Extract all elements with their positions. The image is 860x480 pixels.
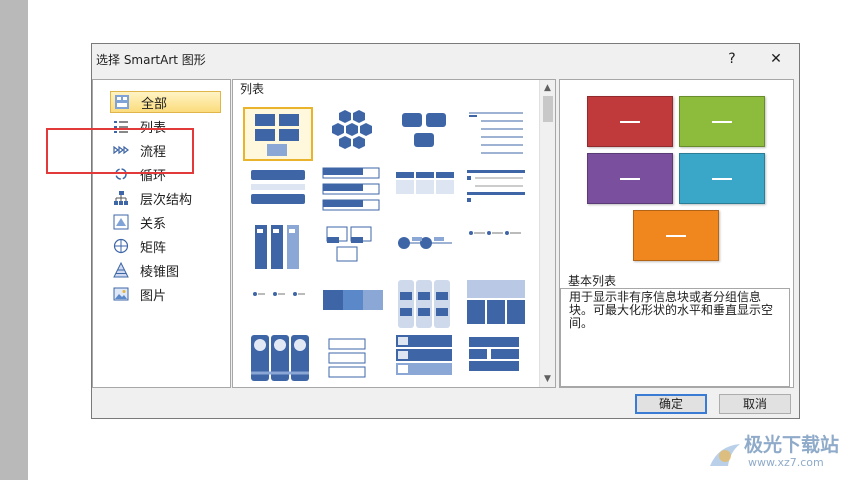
pyramid-icon bbox=[113, 262, 129, 278]
layout-lined-list[interactable] bbox=[461, 107, 531, 161]
gallery-heading: 列表 bbox=[240, 82, 265, 96]
watermark-text: 极光下载站 bbox=[744, 434, 840, 456]
ok-button[interactable]: 确定 bbox=[635, 394, 707, 414]
preview-shape-3 bbox=[587, 153, 673, 204]
layout-dot-accent-list[interactable] bbox=[243, 278, 313, 332]
category-label: 图片 bbox=[140, 288, 167, 304]
category-picture[interactable]: 图片 bbox=[110, 283, 221, 305]
layout-bending-picture-list[interactable] bbox=[319, 221, 389, 275]
layout-tab-list[interactable] bbox=[319, 335, 389, 387]
layout-horizontal-block-list[interactable] bbox=[461, 335, 531, 387]
category-panel: 全部 列表 流程 循环 层次结构 关系 矩阵 棱锥图 图片 bbox=[92, 79, 231, 388]
layout-dot-timeline-list[interactable] bbox=[461, 221, 531, 275]
category-matrix[interactable]: 矩阵 bbox=[110, 235, 221, 257]
layout-gallery: 列表 ▲ ▼ bbox=[232, 79, 556, 388]
preview-shape-2 bbox=[679, 96, 765, 147]
cancel-button[interactable]: 取消 bbox=[719, 394, 791, 414]
layout-table-list[interactable] bbox=[461, 278, 531, 332]
scroll-thumb[interactable] bbox=[543, 96, 553, 122]
layout-square-accent-list[interactable] bbox=[461, 164, 531, 218]
layout-hexagon-cluster[interactable] bbox=[319, 107, 389, 161]
matrix-icon bbox=[113, 238, 129, 254]
layout-picture-accent-list[interactable] bbox=[243, 221, 313, 275]
smartart-dialog: 选择 SmartArt 图形 ? ✕ 全部 列表 流程 循环 层次结构 关系 矩… bbox=[91, 43, 800, 419]
category-label: 全部 bbox=[141, 96, 168, 112]
category-label: 层次结构 bbox=[140, 192, 193, 208]
highlight-annotation bbox=[46, 128, 194, 174]
layout-horizontal-bullet-list[interactable] bbox=[390, 164, 460, 218]
layout-stacked-block-list[interactable] bbox=[319, 278, 389, 332]
scroll-down-icon[interactable]: ▼ bbox=[540, 371, 555, 387]
category-label: 棱锥图 bbox=[140, 264, 180, 280]
layout-vertical-box-list[interactable] bbox=[319, 164, 389, 218]
picture-icon bbox=[113, 286, 129, 302]
close-button[interactable]: ✕ bbox=[764, 49, 788, 69]
watermark-url: www.xz7.com bbox=[748, 456, 824, 469]
preview-shape-4 bbox=[679, 153, 765, 204]
category-all[interactable]: 全部 bbox=[110, 91, 221, 113]
category-relationship[interactable]: 关系 bbox=[110, 211, 221, 233]
layout-circle-accent-list[interactable] bbox=[390, 221, 460, 275]
layout-vertical-bullet-list[interactable] bbox=[243, 164, 313, 218]
layout-circle-picture-list[interactable] bbox=[243, 335, 313, 387]
relationship-icon bbox=[113, 214, 129, 230]
dialog-title: 选择 SmartArt 图形 bbox=[96, 53, 206, 67]
scroll-up-icon[interactable]: ▲ bbox=[540, 80, 555, 96]
category-hierarchy[interactable]: 层次结构 bbox=[110, 187, 221, 209]
preview-description: 用于显示非有序信息块或者分组信息块。可最大化形状的水平和垂直显示空间。 bbox=[560, 288, 790, 387]
gallery-scrollbar[interactable]: ▲ ▼ bbox=[539, 80, 555, 387]
layout-picture-caption-list[interactable] bbox=[390, 335, 460, 387]
category-label: 关系 bbox=[140, 216, 167, 232]
all-icon bbox=[114, 94, 130, 110]
category-pyramid[interactable]: 棱锥图 bbox=[110, 259, 221, 281]
layout-rounded-list[interactable] bbox=[390, 107, 460, 161]
preview-shape-5 bbox=[633, 210, 719, 261]
layout-basic-list[interactable] bbox=[243, 107, 313, 161]
preview-name: 基本列表 bbox=[568, 274, 617, 288]
category-label: 矩阵 bbox=[140, 240, 167, 256]
preview-shape-1 bbox=[587, 96, 673, 147]
document-margin bbox=[0, 0, 28, 480]
hierarchy-icon bbox=[113, 190, 129, 206]
layout-grouped-list[interactable] bbox=[390, 278, 460, 332]
help-button[interactable]: ? bbox=[720, 49, 744, 69]
